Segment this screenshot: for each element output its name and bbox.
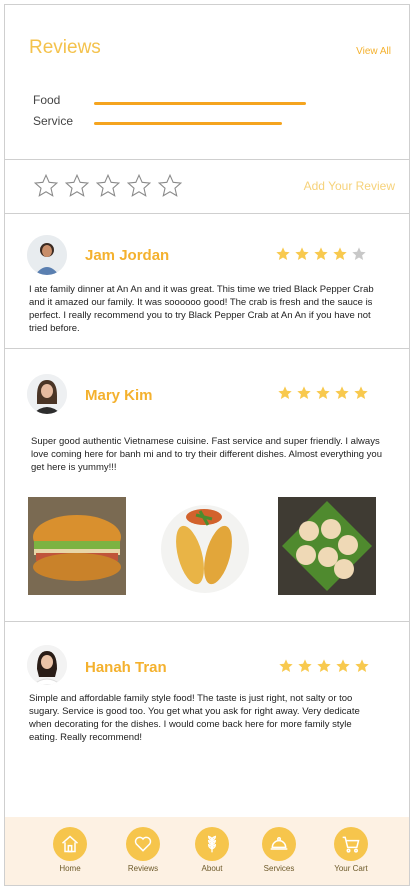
nav-label: Services <box>263 864 295 873</box>
scallops-on-leaves-photo <box>278 497 376 595</box>
rating-stars <box>277 385 369 401</box>
reviewer-name: Mary Kim <box>85 387 153 404</box>
filled-star-icon <box>295 247 309 260</box>
service-label: Service <box>33 114 74 128</box>
app-frame: Reviews View All Food Service Add Your R… <box>4 4 410 886</box>
divider <box>5 159 409 160</box>
filled-star-icon <box>333 247 347 260</box>
empty-star-icon[interactable] <box>64 173 90 199</box>
nav-label: Home <box>59 864 81 873</box>
nav-label: Reviews <box>127 864 159 873</box>
grilled-lobster-photo <box>156 497 254 595</box>
filled-star-icon <box>297 386 311 399</box>
filled-star-icon <box>314 247 328 260</box>
reviewer-name: Jam Jordan <box>85 247 170 264</box>
empty-star-icon[interactable] <box>126 173 152 199</box>
review-text: I ate family dinner at An An and it was … <box>29 284 374 334</box>
empty-star-icon[interactable] <box>95 173 121 199</box>
filled-star-icon <box>279 659 293 672</box>
review-text: Super good authentic Vietnamese cuisine.… <box>31 436 382 473</box>
rating-stars <box>278 658 370 674</box>
rate-stars[interactable] <box>33 173 183 199</box>
empty-star-icon <box>352 247 366 260</box>
filled-star-icon <box>298 659 312 672</box>
filled-star-icon <box>335 386 349 399</box>
nav-home[interactable]: Home <box>40 827 100 873</box>
nav-label: About <box>201 864 223 873</box>
nav-label: Your Cart <box>334 864 368 873</box>
add-review-button[interactable]: Add Your Review <box>304 179 395 193</box>
food-rating-bar <box>94 102 306 105</box>
avatar <box>27 235 67 275</box>
filled-star-icon <box>278 386 292 399</box>
review-card: Hanah Tran Simple and affordable family … <box>5 621 409 821</box>
nav-services[interactable]: Services <box>249 827 309 873</box>
cart-icon <box>334 827 368 861</box>
view-all-link[interactable]: View All <box>356 46 391 57</box>
bottom-nav: Home Reviews About Services Your Cart <box>5 817 409 885</box>
filled-star-icon <box>317 659 331 672</box>
avatar <box>27 374 67 414</box>
rating-stars <box>275 246 367 262</box>
avatar <box>27 645 67 685</box>
home-icon <box>53 827 87 861</box>
filled-star-icon <box>336 659 350 672</box>
review-card: Jam Jordan I ate family dinner at An An … <box>5 213 409 349</box>
filled-star-icon <box>355 659 369 672</box>
cloche-icon <box>262 827 296 861</box>
review-text: Simple and affordable family style food!… <box>29 693 360 743</box>
review-card: Mary Kim Super good authentic Vietnamese… <box>5 348 409 622</box>
food-label: Food <box>33 93 61 107</box>
filled-star-icon <box>354 386 368 399</box>
nav-cart[interactable]: Your Cart <box>321 827 381 873</box>
filled-star-icon <box>316 386 330 399</box>
reviewer-name: Hanah Tran <box>85 659 167 676</box>
nav-about[interactable]: About <box>182 827 242 873</box>
empty-star-icon[interactable] <box>157 173 183 199</box>
page-title: Reviews <box>29 37 101 58</box>
nav-reviews[interactable]: Reviews <box>113 827 173 873</box>
heart-icon <box>126 827 160 861</box>
service-rating-bar <box>94 122 282 125</box>
banh-mi-photo <box>28 497 126 595</box>
wheat-icon <box>195 827 229 861</box>
empty-star-icon[interactable] <box>33 173 59 199</box>
filled-star-icon <box>276 247 290 260</box>
